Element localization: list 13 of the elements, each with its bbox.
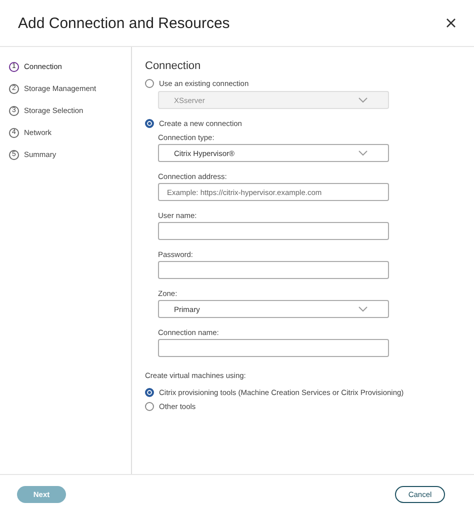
- password-field[interactable]: [158, 261, 389, 279]
- section-title: Connection: [145, 60, 202, 72]
- chevron-down-icon: [358, 97, 368, 103]
- radio-button[interactable]: [145, 388, 154, 396]
- dialog-title: Add Connection and Resources: [18, 14, 230, 32]
- radio-button[interactable]: [145, 79, 154, 88]
- input-field[interactable]: [158, 339, 389, 357]
- chevron-down-icon: [358, 306, 368, 312]
- input-field[interactable]: [158, 222, 389, 240]
- chevron-down-icon: [358, 150, 368, 156]
- radio-button[interactable]: [145, 402, 154, 410]
- radio-button[interactable]: [145, 119, 154, 128]
- close-icon[interactable]: [446, 18, 456, 28]
